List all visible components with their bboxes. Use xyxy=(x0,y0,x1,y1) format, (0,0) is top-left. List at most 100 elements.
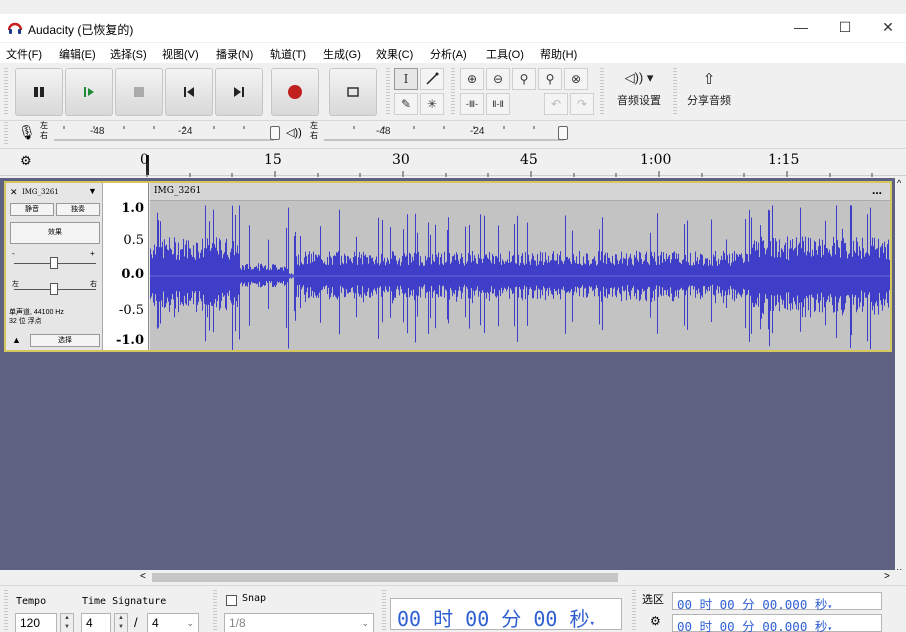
chevron-down-icon: ⌄ xyxy=(361,617,369,628)
gain-slider-thumb[interactable] xyxy=(50,257,58,269)
selection-end-time[interactable]: 00 时 00 分 00.000 秒▾ xyxy=(672,614,882,632)
scroll-up-icon[interactable]: ^ xyxy=(897,178,901,188)
track-name[interactable]: IMG_3261 xyxy=(22,188,59,196)
effects-button[interactable]: 效果 xyxy=(10,222,100,244)
snap-dropdown[interactable]: 1/8 ⌄ xyxy=(224,613,374,632)
mute-button[interactable]: 静音 xyxy=(10,203,54,216)
trim-button[interactable]: -Ⅲ- xyxy=(460,93,484,115)
silence-button[interactable]: Ⅱ-Ⅱ xyxy=(486,93,510,115)
transport-toolbar-grip[interactable] xyxy=(4,68,8,116)
play-icon xyxy=(84,87,94,97)
menu-tracks[interactable]: 轨道(T) xyxy=(270,46,306,62)
time-signature-grip[interactable] xyxy=(4,590,8,630)
snap-checkbox[interactable] xyxy=(226,595,237,606)
amplitude-label: 1.0 xyxy=(121,201,144,216)
timeline-ruler[interactable]: ⚙ 0 15 30 45 1:00 1:15 xyxy=(0,148,906,177)
horizontal-scrollbar[interactable]: < > xyxy=(0,570,906,585)
time-toolbar-grip[interactable] xyxy=(382,590,386,630)
microphone-icon[interactable]: 🎙 xyxy=(18,124,36,141)
audio-clip[interactable]: IMG_3261 ... xyxy=(150,183,890,350)
menu-select[interactable]: 选择(S) xyxy=(110,46,147,62)
tools-toolbar-grip[interactable] xyxy=(386,68,390,116)
vertical-scrollbar[interactable]: ^ v xyxy=(895,178,906,578)
zoom-out-button[interactable]: ⊖ xyxy=(486,68,510,90)
amplitude-ruler[interactable]: 1.0 0.5 0.0 -0.5 -1.0 xyxy=(103,183,149,350)
amplitude-label: 0.5 xyxy=(123,233,144,248)
menu-edit[interactable]: 编辑(E) xyxy=(59,46,96,62)
clip-title-bar[interactable]: IMG_3261 ... xyxy=(150,183,890,201)
track-control-panel: ✕ IMG_3261 ▼ 静音 独奏 效果 - + 左 右 单声道, 44100… xyxy=(6,183,103,350)
menu-analyze[interactable]: 分析(A) xyxy=(430,46,467,62)
time-display[interactable]: 00 时 00 分 00 秒▾ xyxy=(390,598,622,631)
playback-meter[interactable] xyxy=(324,124,564,142)
multi-tool-button[interactable]: ✳ xyxy=(420,93,444,115)
horizontal-scrollbar-thumb[interactable] xyxy=(152,573,618,582)
scroll-right-icon[interactable]: > xyxy=(884,571,890,582)
denominator-value: 4 xyxy=(152,616,159,630)
speaker-meter-icon[interactable]: ◁)) xyxy=(286,126,302,139)
audio-track[interactable]: ✕ IMG_3261 ▼ 静音 独奏 效果 - + 左 右 单声道, 44100… xyxy=(4,181,892,352)
menu-generate[interactable]: 生成(G) xyxy=(323,46,361,62)
track-info-bits: 32 位 浮点 xyxy=(9,318,42,325)
clip-menu-icon[interactable]: ... xyxy=(872,183,882,197)
menu-view[interactable]: 视图(V) xyxy=(162,46,199,62)
collapse-track-icon[interactable]: ▲ xyxy=(12,335,21,345)
edit-toolbar-grip[interactable] xyxy=(451,68,455,116)
pan-slider-thumb[interactable] xyxy=(50,283,58,295)
zoom-fit-project-icon: ⚲ xyxy=(545,72,555,86)
meter-toolbar-grip[interactable] xyxy=(4,122,8,146)
playback-volume-slider-thumb[interactable] xyxy=(558,126,568,140)
maximize-button[interactable]: ☐ xyxy=(830,19,860,37)
select-track-button[interactable]: 选择 xyxy=(30,334,100,347)
solo-button[interactable]: 独奏 xyxy=(56,203,100,216)
minimize-button[interactable]: — xyxy=(786,19,816,37)
waveform[interactable] xyxy=(150,201,890,350)
loop-button[interactable] xyxy=(329,68,377,116)
share-audio-grip[interactable] xyxy=(673,68,677,116)
menu-transport[interactable]: 播录(N) xyxy=(216,46,253,62)
menu-help[interactable]: 帮助(H) xyxy=(540,46,577,62)
audio-setup-button[interactable]: ◁)) ▾ 音频设置 xyxy=(610,70,668,108)
record-button[interactable] xyxy=(271,68,319,116)
numerator-stepper[interactable]: ▲ ▼ xyxy=(114,613,128,632)
play-button[interactable] xyxy=(65,68,113,116)
tempo-stepper[interactable]: ▲ ▼ xyxy=(60,613,74,632)
selection-settings-icon[interactable]: ⚙ xyxy=(650,614,661,628)
time-signature-numerator[interactable]: 4 xyxy=(81,613,111,632)
stop-button[interactable] xyxy=(115,68,163,116)
zoom-in-button[interactable]: ⊕ xyxy=(460,68,484,90)
tempo-input[interactable]: 120 xyxy=(15,613,57,632)
undo-button[interactable]: ↶ xyxy=(544,93,568,115)
close-button[interactable]: ✕ xyxy=(873,19,903,37)
skip-to-start-button[interactable] xyxy=(165,68,213,116)
play-meter-tick: -48 xyxy=(376,126,391,137)
menu-tools[interactable]: 工具(O) xyxy=(486,46,524,62)
scroll-left-icon[interactable]: < xyxy=(140,571,146,582)
record-volume-slider-thumb[interactable] xyxy=(270,126,280,140)
bottom-toolbar: Tempo Time Signature 120 ▲ ▼ 4 ▲ ▼ / 4 ⌄ S… xyxy=(0,585,906,632)
track-close-icon[interactable]: ✕ xyxy=(10,187,18,198)
selection-start-time[interactable]: 00 时 00 分 00.000 秒▾ xyxy=(672,592,882,612)
selection-toolbar-grip[interactable] xyxy=(632,590,636,630)
share-audio-button[interactable]: ⇧ 分享音频 xyxy=(680,70,738,108)
zoom-toggle-button[interactable]: ⊗ xyxy=(564,68,588,90)
stop-icon xyxy=(134,87,144,97)
fit-selection-button[interactable]: ⚲ xyxy=(512,68,536,90)
fit-project-button[interactable]: ⚲ xyxy=(538,68,562,90)
skip-to-end-button[interactable] xyxy=(215,68,263,116)
track-area[interactable]: ✕ IMG_3261 ▼ 静音 独奏 效果 - + 左 右 单声道, 44100… xyxy=(0,178,895,570)
draw-tool-button[interactable]: ✎ xyxy=(394,93,418,115)
selection-tool-button[interactable]: I xyxy=(394,68,418,90)
time-signature-denominator[interactable]: 4 ⌄ xyxy=(147,613,199,632)
redo-button[interactable]: ↷ xyxy=(570,93,594,115)
menu-effect[interactable]: 效果(C) xyxy=(376,46,413,62)
snap-toolbar-grip[interactable] xyxy=(213,590,217,630)
audio-setup-grip[interactable] xyxy=(600,68,604,116)
record-meter[interactable] xyxy=(54,124,274,142)
envelope-tool-button[interactable] xyxy=(420,68,444,90)
pause-button[interactable] xyxy=(15,68,63,116)
track-menu-arrow-icon[interactable]: ▼ xyxy=(88,186,97,196)
menu-file[interactable]: 文件(F) xyxy=(6,46,42,62)
skip-to-end-icon xyxy=(234,87,244,97)
window-title: Audacity (已恢复的) xyxy=(28,23,134,37)
